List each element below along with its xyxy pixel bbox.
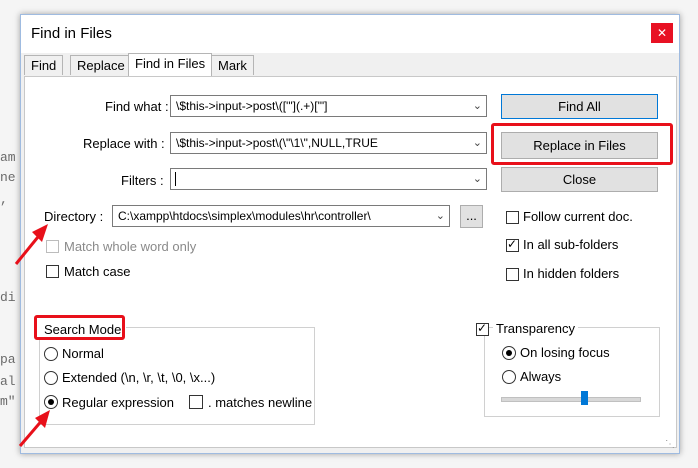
annotation-arrows [14,224,50,447]
arrow-icon [18,410,50,447]
arrow-icon [14,224,48,265]
